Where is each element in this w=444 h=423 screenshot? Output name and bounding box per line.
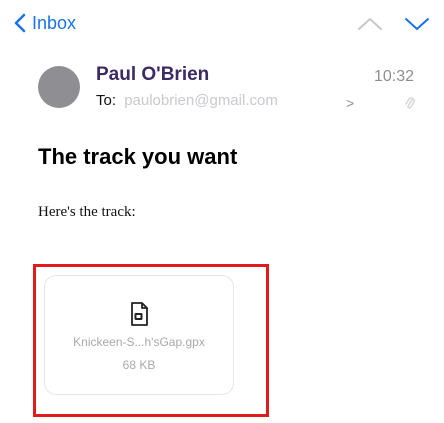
previous-message-button[interactable] [357, 16, 383, 37]
sender-name[interactable]: Paul O'Brien [96, 64, 209, 86]
chevron-down-icon [405, 18, 429, 30]
recipient-line[interactable]: To: paulobrien@gmail.com [96, 92, 278, 109]
recipient-address: paulobrien@gmail.com [124, 92, 278, 109]
details-chevron-icon[interactable]: > [346, 95, 354, 111]
attachment-file-name: Knickeen-S...h'sGap.gpx [73, 335, 205, 349]
message-subject: The track you want [38, 144, 238, 169]
message-body: Here's the track: [38, 204, 136, 220]
chevron-left-icon [14, 13, 26, 33]
to-label: To: [96, 92, 117, 109]
attachment-file-size: 68 KB [122, 358, 156, 372]
back-to-inbox-button[interactable]: Inbox [14, 8, 76, 38]
document-icon [125, 300, 153, 333]
navigation-bar: Inbox [0, 0, 444, 46]
avatar[interactable] [38, 66, 80, 108]
chevron-up-icon [358, 18, 382, 30]
message-time: 10:32 [374, 68, 415, 85]
back-label: Inbox [32, 12, 77, 33]
attachment-card[interactable]: Knickeen-S...h'sGap.gpx 68 KB [44, 275, 234, 395]
paperclip-icon [405, 96, 415, 116]
next-message-button[interactable] [404, 16, 430, 37]
